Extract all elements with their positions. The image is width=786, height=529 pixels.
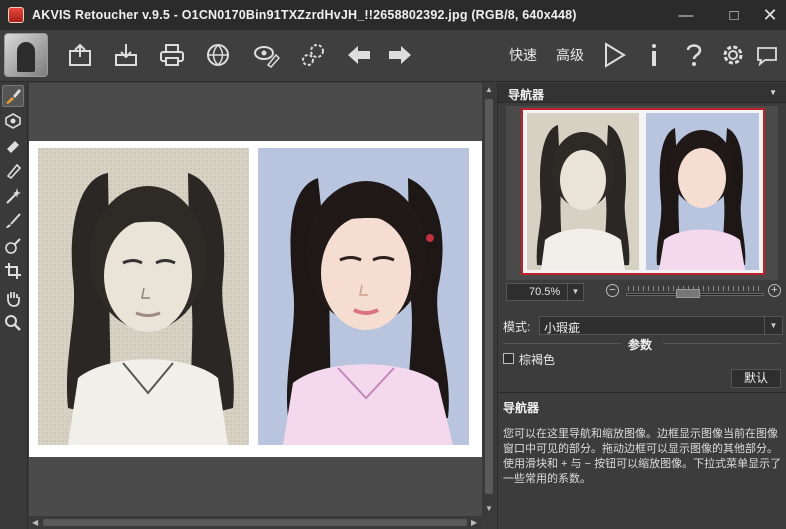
scroll-down-icon[interactable]: ▼: [485, 504, 493, 513]
magic-wand-icon[interactable]: [2, 185, 24, 207]
eraser-icon[interactable]: [2, 135, 24, 157]
vertical-scroll-thumb[interactable]: [485, 99, 493, 494]
navigator-preview[interactable]: [506, 106, 778, 280]
redo-arrow-icon[interactable]: [383, 38, 417, 72]
quick-mode-tab[interactable]: 快速: [509, 45, 537, 65]
window-title: AKVIS Retoucher v.9.5 - O1CN0170Bin91TXZ…: [32, 8, 577, 22]
maximize-icon[interactable]: □: [714, 0, 754, 30]
hand-icon[interactable]: [2, 287, 24, 309]
params-title: 参数: [628, 338, 653, 352]
akvis-logo: [4, 33, 48, 77]
zoom-value: 70.5%: [529, 286, 561, 298]
navigator-header[interactable]: 导航器 ▼: [498, 83, 786, 103]
mode-value: 小瑕疵: [544, 321, 581, 335]
advanced-mode-tab[interactable]: 高级: [556, 45, 584, 65]
horizontal-scrollbar[interactable]: ◀ ▶: [29, 516, 482, 529]
healing-brush-icon[interactable]: [2, 235, 24, 257]
publish-icon[interactable]: [201, 38, 235, 72]
mode-label: 模式:: [503, 320, 531, 334]
info-icon[interactable]: [637, 38, 671, 72]
divider: [498, 392, 786, 393]
chevron-down-icon[interactable]: ▼: [764, 317, 782, 334]
erase-tool-icon[interactable]: [2, 160, 24, 182]
navigator-view-frame[interactable]: [521, 108, 765, 275]
scroll-up-icon[interactable]: ▲: [485, 85, 493, 94]
zoom-in-button[interactable]: +: [768, 284, 781, 297]
settings-gear-icon[interactable]: [716, 38, 750, 72]
divider: [663, 343, 781, 344]
settings-panel: 导航器 ▼ 70.5% ▼ − + 模式: 小瑕疵 ▼ 参数 棕褐色 默认 导航…: [497, 83, 786, 529]
title-bar: AKVIS Retoucher v.9.5 - O1CN0170Bin91TXZ…: [0, 0, 786, 30]
sepia-checkbox[interactable]: [503, 353, 514, 364]
zoom-slider-handle[interactable]: [676, 289, 700, 298]
scroll-left-icon[interactable]: ◀: [32, 518, 38, 527]
save-image-icon[interactable]: [109, 38, 143, 72]
preferences-gear-icon[interactable]: [296, 38, 330, 72]
toolbar: 快速 高级: [0, 30, 786, 82]
chevron-down-icon[interactable]: ▼: [567, 284, 583, 300]
retouch-stamp-icon[interactable]: [2, 110, 24, 132]
help-text: 您可以在这里导航和缩放图像。边框显示图像当前在图像窗口中可见的部分。拖动边框可以…: [503, 428, 782, 485]
undo-arrow-icon[interactable]: [342, 38, 376, 72]
print-icon[interactable]: [155, 38, 189, 72]
image-canvas[interactable]: [29, 83, 496, 516]
mode-select[interactable]: 小瑕疵 ▼: [539, 316, 783, 335]
zoom-icon[interactable]: [2, 312, 24, 334]
zoom-dropdown[interactable]: 70.5% ▼: [506, 283, 584, 301]
minimize-icon[interactable]: —: [666, 0, 706, 30]
collapse-icon[interactable]: ▼: [769, 88, 777, 97]
colorize-brush-icon[interactable]: [2, 85, 24, 107]
crop-icon[interactable]: [2, 260, 24, 282]
original-photo: [38, 148, 249, 445]
run-play-icon[interactable]: [597, 38, 631, 72]
navigator-title: 导航器: [508, 88, 545, 102]
zoom-out-button[interactable]: −: [606, 284, 619, 297]
sepia-label[interactable]: 棕褐色: [519, 351, 555, 368]
brush-icon[interactable]: [2, 210, 24, 232]
default-button[interactable]: 默认: [731, 369, 781, 388]
open-image-icon[interactable]: [63, 38, 97, 72]
result-photo: [258, 148, 469, 445]
help-icon[interactable]: [677, 38, 711, 72]
app-icon: [8, 7, 24, 23]
batch-processing-icon[interactable]: [249, 38, 283, 72]
close-icon[interactable]: ✕: [750, 0, 786, 30]
tool-strip: [0, 83, 28, 529]
vertical-scrollbar[interactable]: ▲ ▼: [482, 83, 496, 516]
divider: [503, 343, 621, 344]
help-title: 导航器: [503, 401, 540, 415]
speech-bubble-icon[interactable]: [750, 38, 784, 72]
scroll-right-icon[interactable]: ▶: [471, 518, 477, 527]
horizontal-scroll-thumb[interactable]: [43, 519, 467, 526]
image-frame: [29, 141, 482, 457]
